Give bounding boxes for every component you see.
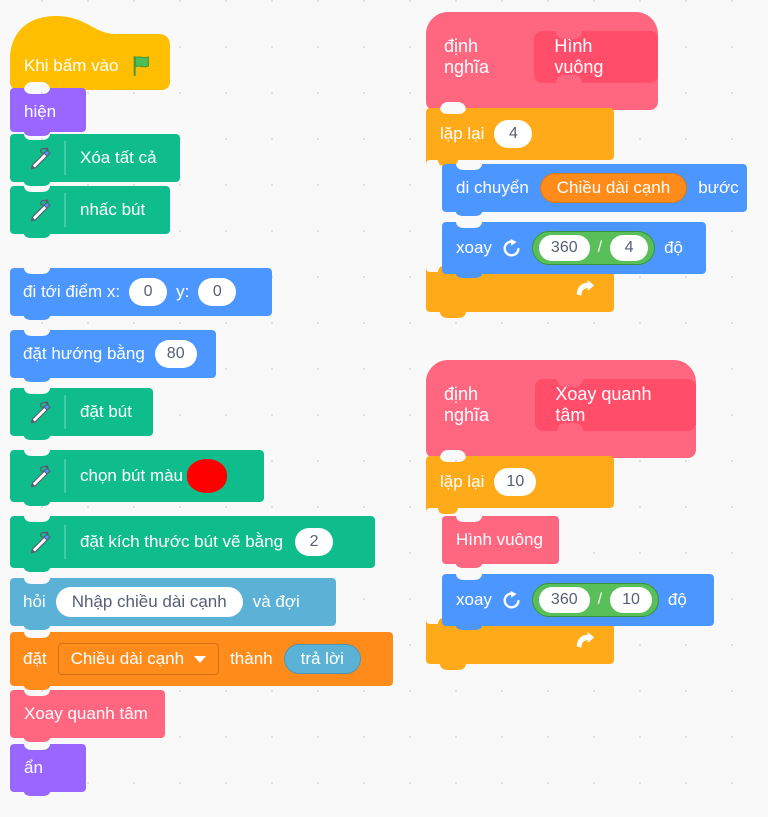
set-pen-size-input[interactable]: 2: [295, 528, 334, 556]
repeat-label-rotate: lặp lại: [440, 472, 485, 491]
ask-question-input[interactable]: Nhập chiều dài cạnh: [55, 587, 243, 617]
procedure-prototype-square[interactable]: Hình vuông: [534, 31, 658, 83]
pen-icon: [30, 465, 51, 488]
variable-dropdown-value: Chiều dài cạnh: [70, 649, 185, 668]
ask-label-post: và đợi: [252, 592, 300, 611]
pen-icon: [30, 531, 51, 554]
block-turn-right-rotate[interactable]: xoay 360 / 10 độ: [442, 574, 714, 635]
set-variable-label-pre: đặt: [23, 649, 47, 668]
block-call-rotate-around-center[interactable]: Xoay quanh tâm: [10, 690, 165, 747]
define-label: định nghĩa: [444, 36, 490, 77]
call-rotate-label: Xoay quanh tâm: [24, 704, 148, 723]
call-square-label: Hình vuông: [456, 530, 543, 549]
prototype-notch-bottom: [557, 423, 584, 431]
repeat-count-square[interactable]: 4: [494, 120, 533, 148]
divide-operator-symbol-square: /: [597, 239, 603, 256]
turn-clockwise-icon: [503, 238, 520, 257]
when-flag-label: Khi bấm vào: [24, 55, 119, 75]
pen-icon: [30, 147, 51, 170]
divide-operator-symbol-rotate: /: [597, 591, 603, 608]
show-block-shape: hiện: [10, 88, 86, 136]
pen-up-label: nhấc bút: [80, 200, 146, 219]
block-pen-down[interactable]: đặt bút: [10, 388, 153, 445]
erase-all-label: Xóa tất cả: [80, 148, 157, 167]
pen-divider: [64, 459, 66, 493]
turn-right-label-post: độ: [664, 238, 683, 257]
block-workspace[interactable]: Khi bấm vào hiện hiện: [0, 0, 768, 817]
ask-label-pre: hỏi: [23, 592, 46, 611]
turn-right-label-pre: xoay: [456, 238, 492, 257]
pen-down-label: đặt bút: [80, 402, 132, 421]
loop-arrow-icon: [576, 632, 595, 648]
block-set-pen-color[interactable]: chọn bút màu: [10, 450, 264, 511]
divide-operand-b-rotate[interactable]: 10: [610, 587, 652, 613]
block-move-steps-square[interactable]: di chuyển Chiều dài cạnh bước: [442, 164, 747, 221]
go-to-xy-input-x[interactable]: 0: [129, 278, 168, 306]
block-turn-right-square[interactable]: xoay 360 / 4 độ: [442, 222, 706, 283]
variable-dropdown[interactable]: Chiều dài cạnh: [57, 643, 220, 675]
block-erase-all[interactable]: Xóa tất cả: [10, 134, 180, 191]
block-go-to-xy[interactable]: đi tới điểm x: 0 y: 0: [10, 268, 272, 325]
pen-divider: [64, 193, 66, 227]
loop-arrow-icon: [576, 280, 595, 296]
pen-divider: [64, 525, 66, 559]
define-square-hat[interactable]: định nghĩa Hình vuông: [426, 12, 658, 110]
turn-clockwise-icon: [503, 590, 520, 609]
pen-icon: [30, 199, 51, 222]
move-steps-label-pre: di chuyển: [456, 178, 529, 197]
block-set-pen-size[interactable]: đặt kích thước bút vẽ bằng 2: [10, 516, 375, 577]
turn-right-label-pre: xoay: [456, 590, 492, 609]
block-call-square[interactable]: Hình vuông: [442, 516, 559, 573]
go-to-xy-input-y[interactable]: 0: [198, 278, 237, 306]
hide-label: ẩn: [24, 758, 43, 777]
divide-operand-a-rotate[interactable]: 360: [538, 587, 590, 613]
operator-divide-square[interactable]: 360 / 4: [531, 231, 656, 265]
block-point-direction[interactable]: đặt hướng bằng 80: [10, 330, 216, 387]
green-flag-icon: [133, 55, 149, 76]
divide-operand-a-square[interactable]: 360: [538, 235, 590, 261]
pen-icon: [30, 401, 51, 424]
set-variable-label-mid: thành: [230, 649, 273, 668]
block-ask-and-wait[interactable]: hỏi Nhập chiều dài cạnh và đợi: [10, 578, 336, 635]
go-to-xy-label-y: y:: [176, 282, 190, 301]
point-direction-input[interactable]: 80: [154, 340, 197, 368]
go-to-xy-label-x: đi tới điểm x:: [23, 282, 121, 301]
repeat-label-square: lặp lại: [440, 124, 485, 143]
define-label: định nghĩa: [444, 384, 490, 425]
procedure-prototype-rotate[interactable]: Xoay quanh tâm: [535, 379, 696, 431]
divide-operand-b-square[interactable]: 4: [610, 235, 649, 261]
show-label: hiện: [24, 102, 56, 121]
pen-divider: [64, 395, 66, 429]
operator-divide-rotate[interactable]: 360 / 10: [531, 583, 659, 617]
point-direction-label: đặt hướng bằng: [23, 344, 145, 363]
chevron-down-icon: [194, 655, 207, 663]
move-steps-label-post: bước: [698, 178, 739, 197]
procedure-name-square: Hình vuông: [554, 36, 604, 77]
turn-right-label-post: độ: [667, 590, 687, 609]
set-pen-size-label: đặt kích thước bút vẽ bằng: [80, 532, 284, 551]
repeat-count-rotate[interactable]: 10: [494, 468, 537, 496]
block-when-flag-clicked[interactable]: Khi bấm vào: [10, 14, 170, 90]
procedure-name-rotate: Xoay quanh tâm: [555, 384, 652, 425]
define-rotate-hat[interactable]: định nghĩa Xoay quanh tâm: [426, 360, 696, 458]
set-pen-color-label: chọn bút màu: [80, 466, 184, 485]
variable-reporter-side-length[interactable]: Chiều dài cạnh: [539, 173, 688, 203]
block-pen-up[interactable]: nhấc bút: [10, 186, 170, 243]
pen-color-swatch[interactable]: [187, 459, 228, 493]
answer-reporter[interactable]: trả lời: [283, 644, 361, 674]
pen-divider: [64, 141, 66, 175]
prototype-notch-bottom: [556, 75, 583, 83]
block-hide[interactable]: ẩn: [10, 744, 86, 801]
block-set-variable[interactable]: đặt Chiều dài cạnh thành trả lời: [10, 632, 393, 695]
